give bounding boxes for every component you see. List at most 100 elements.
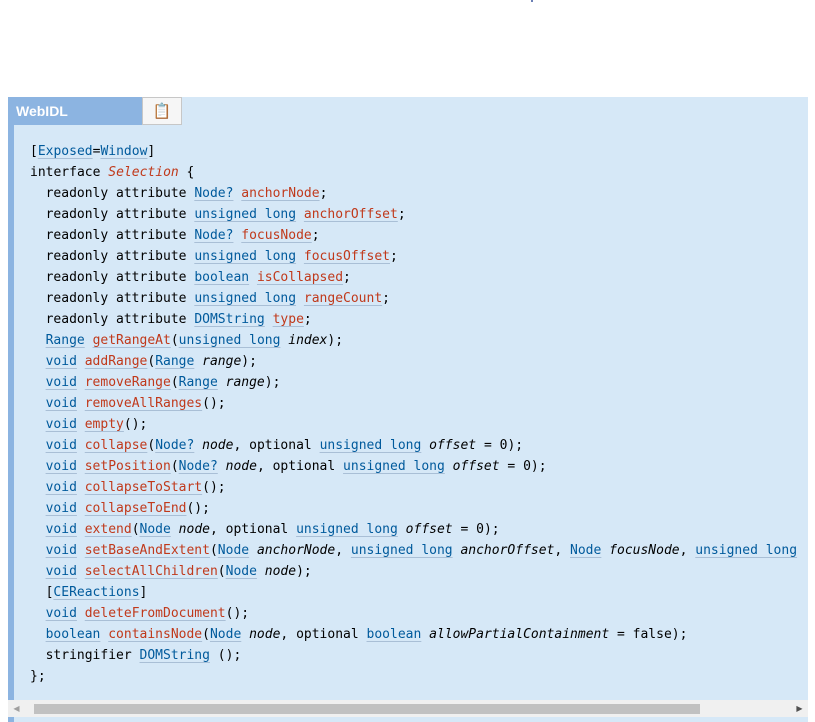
copy-button[interactable]: 📋 (142, 97, 182, 125)
node-type-link[interactable]: Node (218, 543, 249, 558)
attr-type-link[interactable]: unsigned long (194, 249, 296, 264)
domstring-link[interactable]: DOMString (140, 648, 210, 663)
void-link[interactable]: void (46, 396, 77, 411)
window-link[interactable]: Window (100, 144, 147, 159)
unsigned-long-link[interactable]: unsigned long (296, 522, 398, 537)
cereactions-link[interactable]: CEReactions (53, 585, 139, 600)
method-line-containsnode: boolean containsNode(Node node, optional… (45, 627, 688, 642)
scroll-left-arrow-icon[interactable]: ◀ (8, 700, 25, 717)
attribute-line: readonly attribute unsigned long anchorO… (45, 207, 406, 222)
void-link[interactable]: void (46, 417, 77, 432)
method-line-addrange: void addRange(Range range); (45, 354, 257, 369)
unsigned-long-link[interactable]: unsigned long (343, 459, 445, 474)
boolean-type-link[interactable]: boolean (46, 627, 101, 642)
collapse-link[interactable]: collapse (85, 438, 148, 453)
method-line-removeallranges: void removeAllRanges(); (45, 396, 226, 411)
attr-type-link[interactable]: Node? (194, 186, 233, 201)
collapsetoend-link[interactable]: collapseToEnd (85, 501, 187, 516)
unsigned-long-link[interactable]: unsigned long (695, 543, 797, 558)
method-line-extend: void extend(Node node, optional unsigned… (45, 522, 500, 537)
getrangeat-link[interactable]: getRangeAt (93, 333, 171, 348)
attr-name-link[interactable]: anchorNode (241, 186, 319, 201)
exposed-link[interactable]: Exposed (38, 144, 93, 159)
method-line-empty: void empty(); (45, 417, 148, 432)
deletefromdocument-link[interactable]: deleteFromDocument (85, 606, 226, 621)
void-link[interactable]: void (46, 522, 77, 537)
method-line-collapsetoend: void collapseToEnd(); (45, 501, 210, 516)
attr-name-link[interactable]: rangeCount (304, 291, 382, 306)
method-line-setposition: void setPosition(Node? node, optional un… (45, 459, 547, 474)
code-line-end: }; (30, 669, 46, 684)
range-type-link[interactable]: Range (46, 333, 85, 348)
unsigned-long-link[interactable]: unsigned long (320, 438, 422, 453)
void-link[interactable]: void (46, 501, 77, 516)
node-type-link[interactable]: Node (140, 522, 171, 537)
method-line-getrangeat: Range getRangeAt(unsigned long index); (45, 333, 344, 348)
scrollbar-thumb[interactable] (34, 704, 700, 714)
code-line-interface: interface Selection { (30, 165, 195, 180)
node-type-link[interactable]: Node? (179, 459, 218, 474)
removerange-link[interactable]: removeRange (85, 375, 171, 390)
empty-link[interactable]: empty (85, 417, 124, 432)
attr-name-link[interactable]: type (273, 312, 304, 327)
unsigned-long-link[interactable]: unsigned long (351, 543, 453, 558)
code-block-header: WebIDL 📋 (14, 97, 182, 125)
range-type-link[interactable]: Range (179, 375, 218, 390)
node-type-link[interactable]: Node (210, 627, 241, 642)
void-link[interactable]: void (46, 459, 77, 474)
unsigned-long-link[interactable]: unsigned long (179, 333, 281, 348)
selectallchildren-link[interactable]: selectAllChildren (85, 564, 218, 579)
method-line-selectallchildren: void selectAllChildren(Node node); (45, 564, 312, 579)
attribute-line: readonly attribute unsigned long rangeCo… (45, 291, 390, 306)
boolean-type-link[interactable]: boolean (367, 627, 422, 642)
node-type-link[interactable]: Node (226, 564, 257, 579)
void-link[interactable]: void (46, 354, 77, 369)
void-link[interactable]: void (46, 543, 77, 558)
attribute-line: readonly attribute boolean isCollapsed; (45, 270, 351, 285)
horizontal-scrollbar[interactable]: ◀ ▶ (8, 700, 808, 717)
clipboard-icon: 📋 (152, 102, 172, 120)
code-line-extended-attribute: [Exposed=Window] (30, 144, 156, 159)
attr-name-link[interactable]: focusNode (241, 228, 311, 243)
attribute-line: readonly attribute Node? focusNode; (45, 228, 320, 243)
attribute-line: readonly attribute Node? anchorNode; (45, 186, 328, 201)
attribute-line: readonly attribute DOMString type; (45, 312, 312, 327)
setbaseandextent-link[interactable]: setBaseAndExtent (85, 543, 210, 558)
addrange-link[interactable]: addRange (85, 354, 148, 369)
method-line-setbaseandextent: void setBaseAndExtent(Node anchorNode, u… (45, 543, 798, 558)
containsnode-link[interactable]: containsNode (108, 627, 202, 642)
code-line-ce-reactions: [CEReactions] (45, 585, 148, 600)
attr-name-link[interactable]: anchorOffset (304, 207, 398, 222)
attr-name-link[interactable]: isCollapsed (257, 270, 343, 285)
range-type-link[interactable]: Range (155, 354, 194, 369)
code-line-stringifier: stringifier DOMString (); (45, 648, 242, 663)
webidl-code-block: WebIDL 📋 [Exposed=Window] interface Selec… (8, 97, 808, 722)
void-link[interactable]: void (46, 375, 77, 390)
attr-type-link[interactable]: unsigned long (194, 291, 296, 306)
webidl-tab-label: WebIDL (14, 97, 142, 125)
interface-name: Selection (108, 165, 179, 180)
attr-type-link[interactable]: Node? (194, 228, 233, 243)
node-type-link[interactable]: Node? (155, 438, 194, 453)
attribute-line: readonly attribute unsigned long focusOf… (45, 249, 398, 264)
method-line-removerange: void removeRange(Range range); (45, 375, 281, 390)
node-type-link[interactable]: Node (570, 543, 601, 558)
removeallranges-link[interactable]: removeAllRanges (85, 396, 202, 411)
method-line-collapse: void collapse(Node? node, optional unsig… (45, 438, 524, 453)
void-link[interactable]: void (46, 438, 77, 453)
stray-mark (531, 0, 533, 2)
webidl-code: [Exposed=Window] interface Selection { rea… (30, 141, 797, 687)
method-line-collapsetostart: void collapseToStart(); (45, 480, 226, 495)
void-link[interactable]: void (46, 564, 77, 579)
void-link[interactable]: void (46, 606, 77, 621)
method-line-deletefromdocument: void deleteFromDocument(); (45, 606, 250, 621)
extend-link[interactable]: extend (85, 522, 132, 537)
scroll-right-arrow-icon[interactable]: ▶ (791, 700, 808, 717)
setposition-link[interactable]: setPosition (85, 459, 171, 474)
attr-name-link[interactable]: focusOffset (304, 249, 390, 264)
attr-type-link[interactable]: DOMString (194, 312, 264, 327)
attr-type-link[interactable]: boolean (194, 270, 249, 285)
attr-type-link[interactable]: unsigned long (194, 207, 296, 222)
collapsetostart-link[interactable]: collapseToStart (85, 480, 202, 495)
void-link[interactable]: void (46, 480, 77, 495)
